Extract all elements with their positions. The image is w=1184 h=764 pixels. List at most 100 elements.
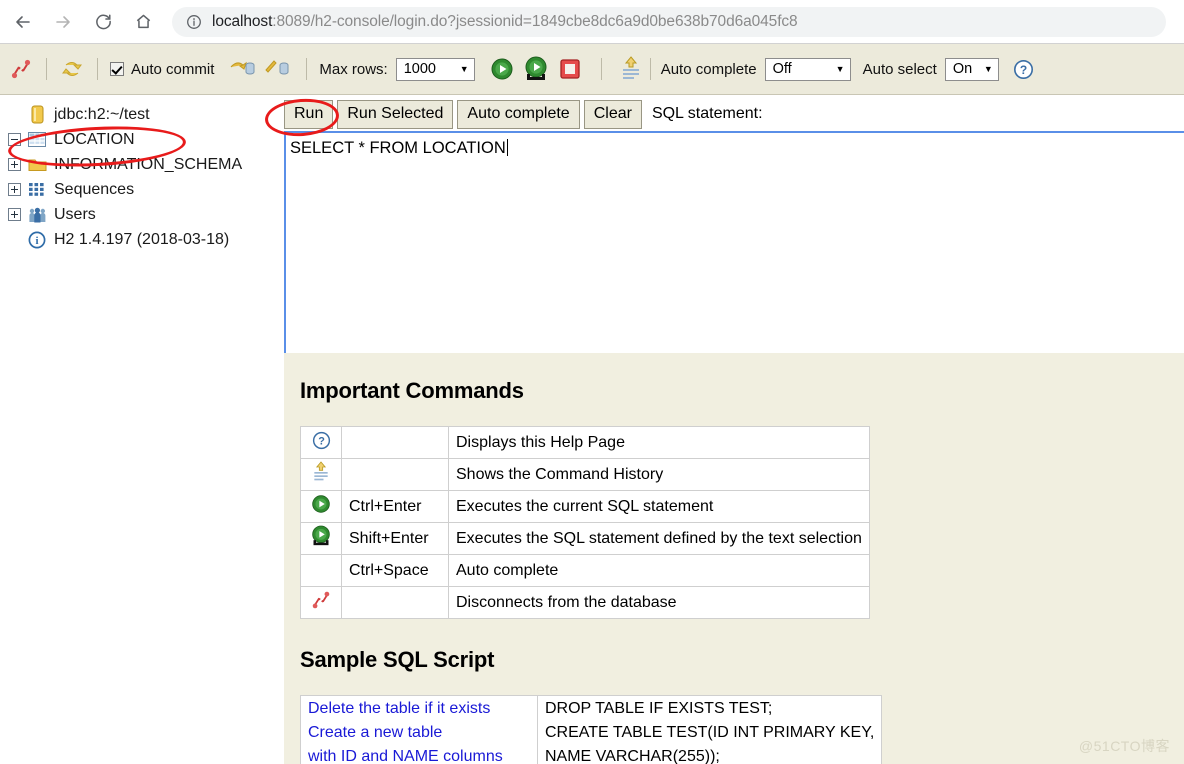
table-row: Ctrl+Space Auto complete xyxy=(300,554,870,587)
command-icon-cell xyxy=(300,458,342,491)
important-commands-table: ? Displays this Help Page Shows the Comm… xyxy=(300,426,870,619)
text-caret xyxy=(506,139,508,156)
users-icon xyxy=(27,207,47,223)
tree-item-information-schema[interactable]: INFORMATION_SCHEMA xyxy=(0,152,284,177)
svg-text:?: ? xyxy=(1020,63,1027,77)
command-history-icon[interactable] xyxy=(616,56,646,82)
run-selected-button[interactable]: Run Selected xyxy=(337,99,454,129)
table-row: Disconnects from the database xyxy=(300,586,870,619)
arrow-left-icon xyxy=(13,12,33,32)
info-circle-icon[interactable] xyxy=(186,14,202,30)
toolbar-divider xyxy=(600,58,602,80)
tree-toggle-minus[interactable] xyxy=(8,133,21,146)
disconnect-icon[interactable] xyxy=(311,591,331,614)
clear-button[interactable]: Clear xyxy=(583,99,642,129)
sql-editor[interactable]: SELECT * FROM LOCATION xyxy=(284,131,1184,353)
rollback-icon[interactable] xyxy=(226,57,260,81)
sequences-icon xyxy=(27,182,47,197)
tree-item-label: LOCATION xyxy=(54,130,135,148)
command-icon-cell xyxy=(300,490,342,523)
url-path: :8089/h2-console/login.do?jsessionid=184… xyxy=(272,12,798,30)
home-button[interactable] xyxy=(126,5,160,39)
help-circle-icon[interactable]: ? xyxy=(1009,59,1039,80)
back-button[interactable] xyxy=(6,5,40,39)
tree-toggle-plus[interactable] xyxy=(8,158,21,171)
tree-item-label: INFORMATION_SCHEMA xyxy=(54,155,243,173)
sql-button-row: Run Run Selected Auto complete Clear SQL… xyxy=(284,99,1184,129)
sample-sql-script-table: Delete the table if it exists Create a n… xyxy=(300,695,883,764)
tree-item-connection[interactable]: jdbc:h2:~/test xyxy=(0,102,284,127)
script-sql: DROP TABLE IF EXISTS TEST; CREATE TABLE … xyxy=(536,695,883,764)
tree-toggle-plus[interactable] xyxy=(8,183,21,196)
script-description-line: Delete the table if it exists xyxy=(308,700,491,717)
table-icon xyxy=(27,132,47,147)
folder-icon xyxy=(27,157,47,172)
command-icon-cell: ? xyxy=(300,426,342,459)
script-sql-line: DROP TABLE IF EXISTS TEST; xyxy=(545,700,773,717)
tree-item-location[interactable]: LOCATION xyxy=(0,127,284,152)
tree-item-label: Sequences xyxy=(54,180,135,198)
reload-button[interactable] xyxy=(86,5,120,39)
tree-item-users[interactable]: Users xyxy=(0,202,284,227)
auto-complete-button[interactable]: Auto complete xyxy=(457,99,580,129)
refresh-icon[interactable] xyxy=(59,58,85,80)
url-host: localhost xyxy=(212,12,273,30)
sql-statement-label: SQL statement: xyxy=(651,105,763,122)
auto-complete-value: Off xyxy=(772,61,792,77)
run-button[interactable]: Run xyxy=(284,99,334,129)
tree-item-sequences[interactable]: Sequences xyxy=(0,177,284,202)
run-play-icon[interactable] xyxy=(485,57,519,81)
commit-icon[interactable] xyxy=(260,57,294,81)
tree-toggle xyxy=(8,233,21,246)
command-description: Displays this Help Page xyxy=(448,426,870,459)
tree-item-label: jdbc:h2:~/test xyxy=(54,105,150,123)
command-key xyxy=(341,458,449,491)
auto-commit-checkbox[interactable] xyxy=(110,62,124,76)
svg-text:i: i xyxy=(35,235,38,247)
command-key: Shift+Enter xyxy=(341,522,449,555)
help-circle-icon[interactable]: ? xyxy=(312,431,331,454)
tree-item-label: H2 1.4.197 (2018-03-18) xyxy=(54,230,230,248)
chevron-down-icon: ▼ xyxy=(983,64,993,74)
auto-complete-label: Auto complete xyxy=(660,60,757,78)
help-panel: Important Commands ? Displays this Help … xyxy=(284,353,1184,764)
command-history-icon[interactable] xyxy=(311,461,331,487)
home-icon xyxy=(134,12,153,31)
command-key xyxy=(341,426,449,459)
script-description: Delete the table if it exists Create a n… xyxy=(300,695,538,764)
table-row: Shows the Command History xyxy=(300,458,870,491)
tree-toggle xyxy=(8,108,21,121)
browser-toolbar: localhost:8089/h2-console/login.do?jsess… xyxy=(0,0,1184,44)
reload-icon xyxy=(94,12,113,31)
address-bar-url: localhost:8089/h2-console/login.do?jsess… xyxy=(212,13,798,31)
auto-complete-select[interactable]: Off ▼ xyxy=(764,57,851,81)
important-commands-heading: Important Commands xyxy=(300,378,524,403)
script-sql-line: NAME VARCHAR(255)); xyxy=(545,748,720,764)
forward-button[interactable] xyxy=(46,5,80,39)
command-description: Executes the SQL statement defined by th… xyxy=(448,522,870,555)
address-bar[interactable]: localhost:8089/h2-console/login.do?jsess… xyxy=(172,6,1166,37)
command-key xyxy=(341,586,449,619)
chevron-down-icon: ▼ xyxy=(459,64,469,74)
stop-square-icon[interactable] xyxy=(553,58,587,80)
table-row: Delete the table if it exists Create a n… xyxy=(300,695,883,764)
tree-toggle-plus[interactable] xyxy=(8,208,21,221)
max-rows-select[interactable]: 1000 ▼ xyxy=(395,57,475,81)
sql-editor-text: SELECT * FROM LOCATION xyxy=(290,139,506,157)
command-key: Ctrl+Enter xyxy=(341,490,449,523)
info-icon: i xyxy=(27,231,47,249)
disconnect-icon[interactable] xyxy=(8,58,34,80)
auto-select-select[interactable]: On ▼ xyxy=(944,57,999,81)
run-selected-play-icon[interactable] xyxy=(311,525,331,551)
command-icon-cell xyxy=(300,522,342,555)
table-row: Shift+Enter Executes the SQL statement d… xyxy=(300,522,870,555)
table-row: Ctrl+Enter Executes the current SQL stat… xyxy=(300,490,870,523)
run-selected-play-icon[interactable] xyxy=(519,56,553,82)
script-description-line: with ID and NAME columns xyxy=(308,748,503,764)
command-description: Disconnects from the database xyxy=(448,586,870,619)
tree-item-version: i H2 1.4.197 (2018-03-18) xyxy=(0,227,284,252)
run-play-icon[interactable] xyxy=(311,495,331,518)
tree-item-label: Users xyxy=(54,205,96,223)
auto-select-label: Auto select xyxy=(862,60,937,78)
toolbar-divider xyxy=(46,58,47,80)
